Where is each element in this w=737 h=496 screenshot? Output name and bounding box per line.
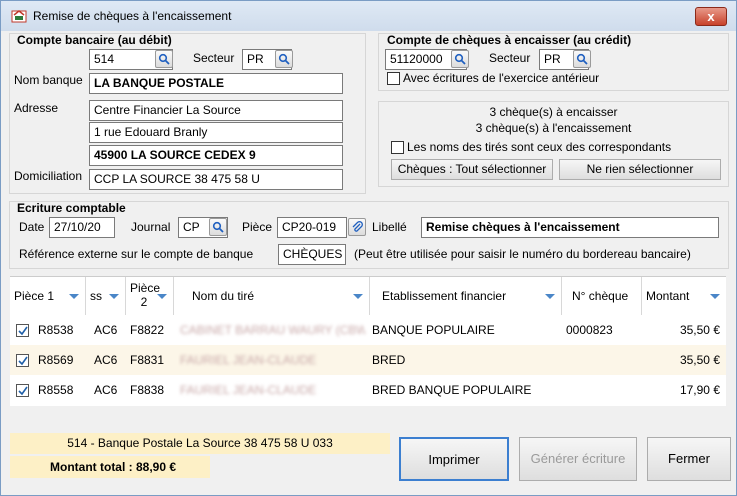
row-select-checkbox[interactable]	[16, 324, 29, 337]
cell-numero-cheque: 0000823	[566, 323, 613, 337]
app-icon	[11, 8, 27, 24]
domiciliation-label: Domiciliation	[14, 169, 83, 183]
cell-nom-tire: FAURIEL JEAN-CLAUDE	[180, 383, 317, 397]
piece-field[interactable]: CP20-019	[277, 217, 347, 238]
total-amount: Montant total : 88,90 €	[10, 456, 210, 478]
cell-piece2: F8822	[130, 323, 165, 337]
table-row[interactable]: R8538 AC6 F8822 CABINET BARRAU WAURY (CB…	[10, 315, 726, 345]
print-button[interactable]: Imprimer	[399, 437, 509, 481]
cell-montant: 17,90 €	[679, 383, 720, 397]
sort-arrow-icon	[157, 294, 167, 299]
column-header-nom-tire[interactable]: Nom du tiré	[174, 277, 370, 315]
ecriture-header: Ecriture comptable	[17, 201, 126, 215]
sort-arrow-icon	[109, 294, 119, 299]
piece-attach-button[interactable]	[348, 218, 366, 236]
cell-etablissement: BRED BANQUE POPULAIRE	[372, 383, 532, 397]
ecritures-anterieur-checkbox[interactable]	[387, 72, 400, 85]
column-header-ss[interactable]: ss	[86, 277, 126, 315]
search-icon	[454, 53, 466, 65]
credit-account-search-button[interactable]	[451, 50, 469, 68]
search-icon	[278, 53, 290, 65]
date-label: Date	[19, 220, 45, 234]
date-field[interactable]: 27/10/20	[49, 217, 115, 238]
debit-secteur-search-button[interactable]	[275, 50, 293, 68]
select-none-button[interactable]: Ne rien sélectionner	[559, 159, 721, 180]
credit-secteur-search-button[interactable]	[573, 50, 591, 68]
table-row[interactable]: R8558 AC6 F8838 FAURIEL JEAN-CLAUDE BRED…	[10, 375, 726, 405]
nom-banque-field[interactable]: LA BANQUE POSTALE	[89, 73, 343, 94]
noms-tires-label: Les noms des tirés sont ceux des corresp…	[407, 140, 672, 154]
journal-label: Journal	[131, 220, 171, 234]
cell-etablissement: BANQUE POPULAIRE	[372, 323, 495, 337]
sort-arrow-icon	[69, 294, 79, 299]
search-icon	[212, 221, 224, 233]
cell-ss: AC6	[94, 383, 118, 397]
libelle-field[interactable]: Remise chèques à l'encaissement	[421, 217, 719, 238]
cell-nom-tire: CABINET BARRAU WAURY (CBW)	[180, 323, 365, 337]
debit-account-search-button[interactable]	[155, 50, 173, 68]
close-button[interactable]: Fermer	[647, 437, 731, 481]
piece-label: Pièce	[242, 220, 273, 234]
cell-nom-tire: FAURIEL JEAN-CLAUDE	[180, 353, 317, 367]
cheques-a-encaisser-text: 3 chèque(s) à encaisser	[489, 105, 618, 119]
paperclip-icon	[352, 221, 363, 232]
column-header-piece1[interactable]: Pièce 1	[10, 277, 86, 315]
row-select-checkbox[interactable]	[16, 384, 29, 397]
select-all-cheques-button[interactable]: Chèques : Tout sélectionner	[391, 159, 553, 180]
search-icon	[158, 53, 170, 65]
sort-arrow-icon	[710, 294, 720, 299]
journal-search-button[interactable]	[209, 218, 227, 236]
row-select-checkbox[interactable]	[16, 354, 29, 367]
cell-etablissement: BRED	[372, 353, 406, 367]
debit-secteur-label: Secteur	[193, 51, 235, 65]
close-window-button[interactable]: x	[695, 7, 727, 26]
noms-tires-checkbox[interactable]	[391, 141, 404, 154]
reference-externe-label: Référence externe sur le compte de banqu…	[19, 247, 254, 261]
generate-entry-button[interactable]: Générer écriture	[519, 437, 637, 481]
libelle-label: Libellé	[372, 220, 407, 234]
bank-info-bar: 514 - Banque Postale La Source 38 475 58…	[10, 433, 390, 454]
column-header-piece2[interactable]: Pièce 2	[126, 277, 174, 315]
main-window: Remise de chèques à l'encaissement x Com…	[0, 0, 737, 496]
cell-piece2: F8831	[130, 353, 165, 367]
debit-header: Compte bancaire (au débit)	[17, 33, 172, 47]
cell-piece1: R8558	[38, 383, 74, 397]
cell-piece1: R8569	[38, 353, 74, 367]
cell-montant: 35,50 €	[679, 353, 720, 367]
adresse-line2-field[interactable]: 1 rue Edouard Branly	[89, 122, 343, 143]
sort-arrow-icon	[545, 294, 555, 299]
table-row[interactable]: R8569 AC6 F8831 FAURIEL JEAN-CLAUDE BRED…	[10, 345, 726, 375]
checkmark-icon	[18, 386, 28, 396]
cell-piece2: F8838	[130, 383, 165, 397]
credit-header: Compte de chèques à encaisser (au crédit…	[387, 33, 632, 47]
column-header-montant[interactable]: Montant	[642, 277, 726, 315]
reference-externe-hint: (Peut être utilisée pour saisir le numér…	[354, 247, 691, 261]
cell-piece1: R8538	[38, 323, 74, 337]
ecritures-anterieur-label: Avec écritures de l'exercice antérieur	[403, 71, 600, 85]
cheques-table: Pièce 1 ss Pièce 2 Nom du tiré Etablisse…	[10, 276, 726, 406]
cell-ss: AC6	[94, 323, 118, 337]
reference-externe-field[interactable]: CHÈQUES	[278, 244, 346, 265]
sort-arrow-icon	[353, 294, 363, 299]
adresse-line3-field[interactable]: 45900 LA SOURCE CEDEX 9	[89, 145, 343, 166]
checkmark-icon	[18, 326, 28, 336]
cell-ss: AC6	[94, 353, 118, 367]
window-title: Remise de chèques à l'encaissement	[33, 9, 232, 23]
search-icon	[576, 53, 588, 65]
column-header-numero-cheque[interactable]: N° chèque	[562, 277, 642, 315]
adresse-line1-field[interactable]: Centre Financier La Source	[89, 100, 343, 121]
nom-banque-label: Nom banque	[14, 73, 83, 87]
column-header-etablissement[interactable]: Etablissement financier	[370, 277, 562, 315]
title-bar: Remise de chèques à l'encaissement x	[1, 1, 736, 31]
checkmark-icon	[18, 356, 28, 366]
cell-montant: 35,50 €	[679, 323, 720, 337]
credit-secteur-label: Secteur	[489, 51, 531, 65]
adresse-label: Adresse	[14, 101, 59, 115]
cheques-encaissement-text: 3 chèque(s) à l'encaissement	[475, 121, 632, 135]
domiciliation-field[interactable]: CCP LA SOURCE 38 475 58 U	[89, 169, 343, 190]
